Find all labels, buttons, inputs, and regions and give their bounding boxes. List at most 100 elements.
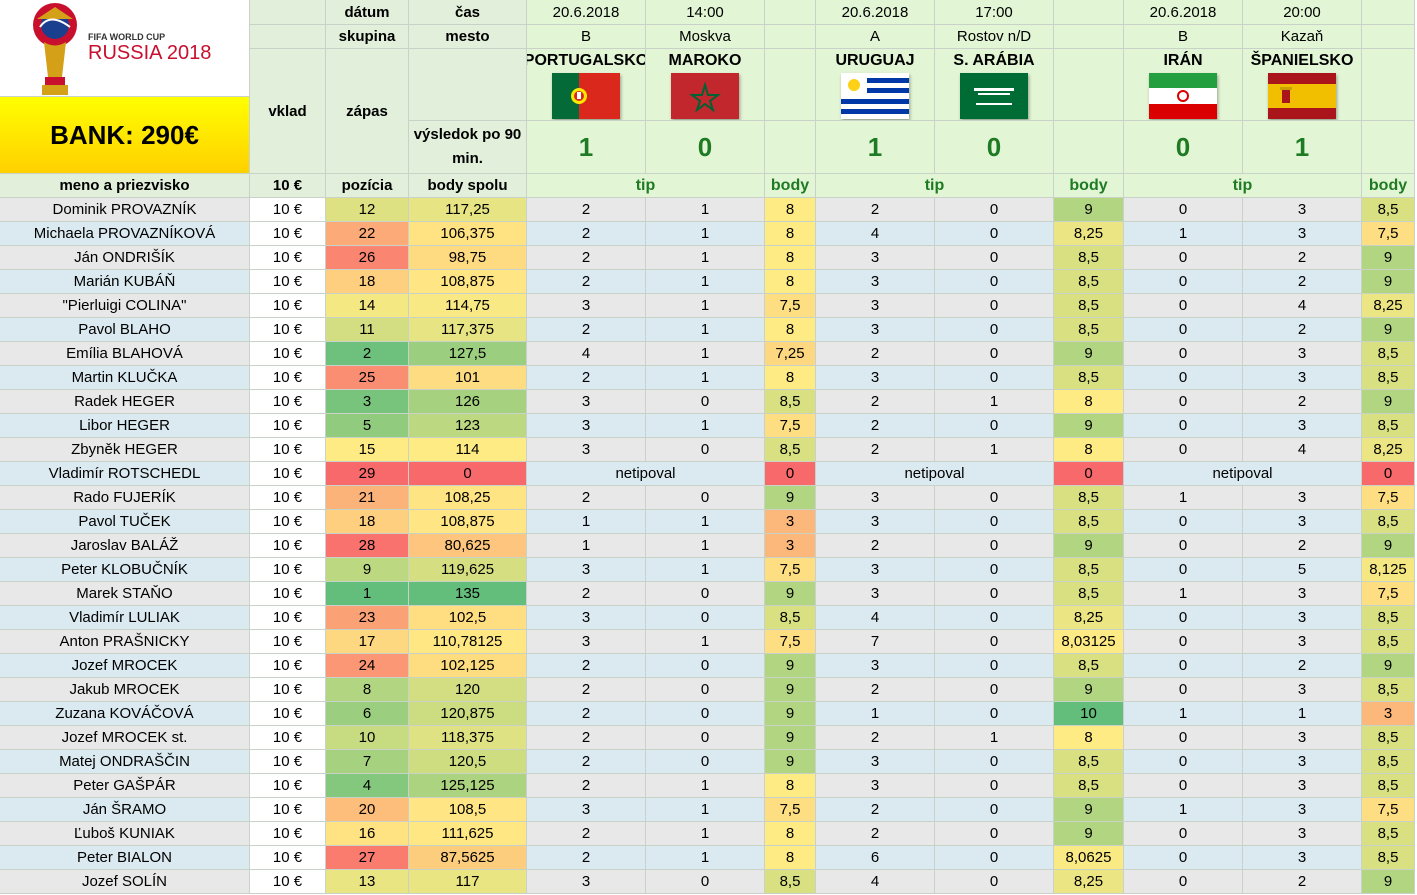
tip-home[interactable]: 2 [816,798,935,822]
tip-away[interactable]: 3 [1243,222,1362,246]
tip-away[interactable]: 3 [1243,846,1362,870]
tip-away[interactable]: 0 [935,534,1054,558]
tip-home[interactable]: 3 [816,558,935,582]
tip-away[interactable]: 1 [646,630,765,654]
tip-home[interactable]: 0 [1124,342,1243,366]
tip-home[interactable]: 2 [527,726,646,750]
tip-home[interactable]: 2 [527,318,646,342]
tip-away[interactable]: 0 [935,510,1054,534]
tip-away[interactable]: 0 [935,678,1054,702]
tip-home[interactable]: 2 [816,534,935,558]
tip-home[interactable]: 2 [816,822,935,846]
tip-home[interactable]: 0 [1124,726,1243,750]
tip-home[interactable]: 2 [527,774,646,798]
tip-away[interactable]: 1 [935,438,1054,462]
tip-away[interactable]: 0 [646,390,765,414]
tip-away[interactable]: 0 [646,438,765,462]
tip-away[interactable]: 1 [646,294,765,318]
tip-home[interactable]: 2 [527,702,646,726]
tip-away[interactable]: 0 [646,486,765,510]
tip-home[interactable]: 3 [527,606,646,630]
tip-home[interactable]: 1 [816,702,935,726]
tip-away[interactable]: 1 [646,534,765,558]
tip-away[interactable]: 0 [935,198,1054,222]
tip-away[interactable]: 1 [646,558,765,582]
tip-away[interactable]: 0 [935,558,1054,582]
tip-home[interactable]: 1 [1124,486,1243,510]
tip-away[interactable]: 3 [1243,726,1362,750]
tip-away[interactable]: 1 [646,846,765,870]
tip-away[interactable]: 2 [1243,870,1362,894]
tip-away[interactable]: 0 [935,846,1054,870]
tip-home[interactable]: 0 [1124,870,1243,894]
tip-home[interactable]: 0 [1124,606,1243,630]
tip-home[interactable]: 0 [1124,846,1243,870]
tip-away[interactable]: 4 [1243,294,1362,318]
tip-home[interactable]: 3 [816,582,935,606]
tip-home[interactable]: 3 [816,246,935,270]
tip-home[interactable]: 0 [1124,438,1243,462]
tip-home[interactable]: 3 [816,750,935,774]
tip-home[interactable]: 3 [527,558,646,582]
tip-away[interactable]: 1 [646,414,765,438]
tip-home[interactable]: 3 [816,774,935,798]
tip-away[interactable]: 0 [935,486,1054,510]
tip-home[interactable]: 2 [527,822,646,846]
tip-away[interactable]: 1 [1243,702,1362,726]
tip-away[interactable]: 0 [646,702,765,726]
tip-home[interactable]: 0 [1124,774,1243,798]
tip-home[interactable]: 2 [527,198,646,222]
tip-away[interactable]: 0 [935,270,1054,294]
tip-home[interactable]: 2 [527,270,646,294]
tip-away[interactable]: 3 [1243,342,1362,366]
tip-home[interactable]: 3 [527,390,646,414]
tip-away[interactable]: 0 [646,726,765,750]
tip-away[interactable]: 0 [935,822,1054,846]
tip-home[interactable]: 0 [1124,414,1243,438]
tip-home[interactable]: 0 [1124,630,1243,654]
tip-away[interactable]: 3 [1243,678,1362,702]
tip-away[interactable]: 4 [1243,438,1362,462]
tip-away[interactable]: 2 [1243,270,1362,294]
tip-home[interactable]: 2 [816,198,935,222]
tip-away[interactable]: 1 [646,246,765,270]
tip-away[interactable]: 0 [935,222,1054,246]
tip-away[interactable]: 1 [646,318,765,342]
tip-home[interactable]: 0 [1124,318,1243,342]
tip-home[interactable]: 2 [527,582,646,606]
tip-away[interactable]: 0 [935,342,1054,366]
tip-away[interactable]: 0 [935,246,1054,270]
tip-home[interactable]: 4 [527,342,646,366]
tip-away[interactable]: 0 [646,654,765,678]
tip-home[interactable]: 0 [1124,558,1243,582]
tip-away[interactable]: 1 [646,774,765,798]
tip-home[interactable]: 0 [1124,246,1243,270]
tip-home[interactable]: 1 [527,534,646,558]
tip-away[interactable]: 1 [646,822,765,846]
tip-away[interactable]: 3 [1243,630,1362,654]
tip-home[interactable]: 4 [816,222,935,246]
tip-home[interactable]: 2 [527,750,646,774]
tip-home[interactable]: 2 [527,654,646,678]
tip-home[interactable]: 0 [1124,294,1243,318]
tip-home[interactable]: 3 [816,294,935,318]
tip-home[interactable]: 1 [1124,702,1243,726]
tip-away[interactable]: 0 [935,870,1054,894]
tip-away[interactable]: 0 [935,798,1054,822]
tip-away[interactable]: 3 [1243,486,1362,510]
tip-away[interactable]: 0 [935,774,1054,798]
tip-away[interactable]: 3 [1243,798,1362,822]
tip-home[interactable]: 0 [1124,678,1243,702]
tip-away[interactable]: 0 [646,750,765,774]
tip-home[interactable]: 4 [816,870,935,894]
tip-away[interactable]: 3 [1243,198,1362,222]
tip-home[interactable]: 0 [1124,534,1243,558]
tip-away[interactable]: 1 [646,222,765,246]
tip-home[interactable]: 3 [527,414,646,438]
tip-away[interactable]: 0 [646,582,765,606]
tip-away[interactable]: 2 [1243,390,1362,414]
tip-home[interactable]: 3 [527,630,646,654]
tip-home[interactable]: 3 [527,798,646,822]
tip-away[interactable]: 1 [646,198,765,222]
tip-home[interactable]: 7 [816,630,935,654]
